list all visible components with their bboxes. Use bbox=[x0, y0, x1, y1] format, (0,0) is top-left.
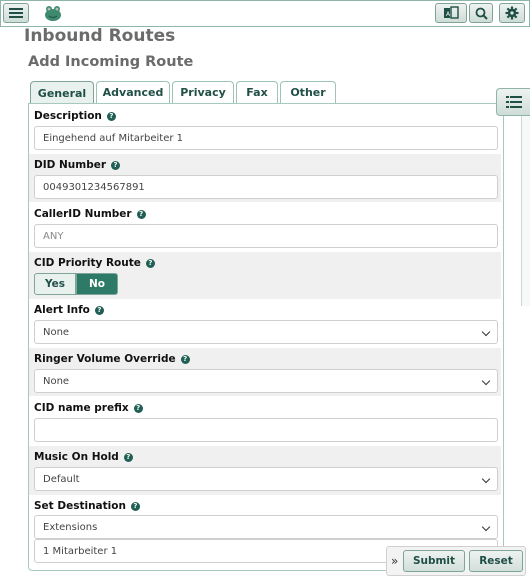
help-icon[interactable]: ? bbox=[136, 209, 146, 219]
frog-logo-icon[interactable] bbox=[43, 4, 63, 22]
tab-general[interactable]: General bbox=[30, 81, 94, 104]
music-on-hold-select[interactable]: Default bbox=[34, 467, 498, 491]
cid-priority-row: CID Priority Route ? Yes No bbox=[29, 252, 501, 299]
page-title: Inbound Routes bbox=[24, 26, 176, 46]
collapse-arrow-icon[interactable]: » bbox=[391, 554, 398, 568]
cid-prefix-row: CID name prefix ? bbox=[29, 397, 501, 446]
side-panel-edge bbox=[521, 116, 530, 306]
search-icon bbox=[475, 7, 488, 20]
callerid-number-input[interactable]: ANY bbox=[34, 224, 498, 248]
callerid-number-row: CallerID Number ? ANY bbox=[29, 203, 501, 251]
music-on-hold-row: Music On Hold ? Default bbox=[29, 446, 501, 495]
help-icon[interactable]: ? bbox=[123, 452, 133, 462]
gear-icon bbox=[505, 6, 519, 20]
list-icon bbox=[505, 96, 522, 108]
help-icon[interactable]: ? bbox=[94, 305, 104, 315]
language-button[interactable]: A bbox=[435, 3, 467, 23]
alert-info-label: Alert Info bbox=[34, 304, 90, 316]
description-label: Description bbox=[34, 110, 102, 122]
page-list-toggle[interactable] bbox=[496, 88, 530, 116]
language-book-icon: A bbox=[444, 6, 459, 19]
cid-prefix-label: CID name prefix bbox=[34, 402, 129, 414]
ringer-volume-label: Ringer Volume Override bbox=[34, 353, 176, 365]
section-title: Add Incoming Route bbox=[28, 54, 194, 70]
description-row: Description ? Eingehend auf Mitarbeiter … bbox=[29, 106, 501, 154]
tab-fax[interactable]: Fax bbox=[236, 81, 278, 103]
submit-button[interactable]: Submit bbox=[403, 550, 465, 572]
did-number-label: DID Number bbox=[34, 159, 107, 171]
help-icon[interactable]: ? bbox=[180, 354, 190, 364]
reset-button[interactable]: Reset bbox=[469, 550, 523, 572]
cid-priority-no-button[interactable]: No bbox=[76, 273, 118, 295]
search-button[interactable] bbox=[469, 3, 493, 23]
cid-prefix-input[interactable] bbox=[34, 418, 498, 442]
action-bar: » Submit Reset bbox=[386, 546, 526, 576]
tab-other[interactable]: Other bbox=[280, 81, 336, 103]
svg-text:A: A bbox=[446, 11, 451, 18]
hamburger-menu-icon bbox=[9, 8, 23, 18]
help-icon[interactable]: ? bbox=[130, 501, 140, 511]
help-icon[interactable]: ? bbox=[106, 111, 116, 121]
description-input[interactable]: Eingehend auf Mitarbeiter 1 bbox=[34, 126, 498, 150]
menu-button[interactable] bbox=[3, 3, 29, 23]
callerid-number-label: CallerID Number bbox=[34, 208, 132, 220]
did-number-input[interactable]: 0049301234567891 bbox=[34, 175, 498, 199]
did-number-row: DID Number ? 0049301234567891 bbox=[29, 154, 501, 202]
help-icon[interactable]: ? bbox=[145, 258, 155, 268]
ringer-volume-select[interactable]: None bbox=[34, 369, 498, 393]
tab-privacy[interactable]: Privacy bbox=[172, 81, 234, 103]
cid-priority-toggle: Yes No bbox=[34, 273, 118, 295]
top-navbar: A bbox=[0, 0, 530, 27]
help-icon[interactable]: ? bbox=[133, 403, 143, 413]
destination-type-select[interactable]: Extensions bbox=[34, 515, 498, 539]
cid-priority-label: CID Priority Route bbox=[34, 257, 141, 269]
alert-info-select[interactable]: None bbox=[34, 320, 498, 344]
help-icon[interactable]: ? bbox=[111, 160, 121, 170]
cid-priority-yes-button[interactable]: Yes bbox=[34, 273, 76, 295]
tab-advanced[interactable]: Advanced bbox=[96, 81, 170, 103]
set-destination-label: Set Destination bbox=[34, 500, 126, 512]
settings-button[interactable] bbox=[499, 3, 525, 23]
alert-info-row: Alert Info ? None bbox=[29, 300, 501, 348]
ringer-volume-row: Ringer Volume Override ? None bbox=[29, 348, 501, 396]
music-on-hold-label: Music On Hold bbox=[34, 451, 119, 463]
